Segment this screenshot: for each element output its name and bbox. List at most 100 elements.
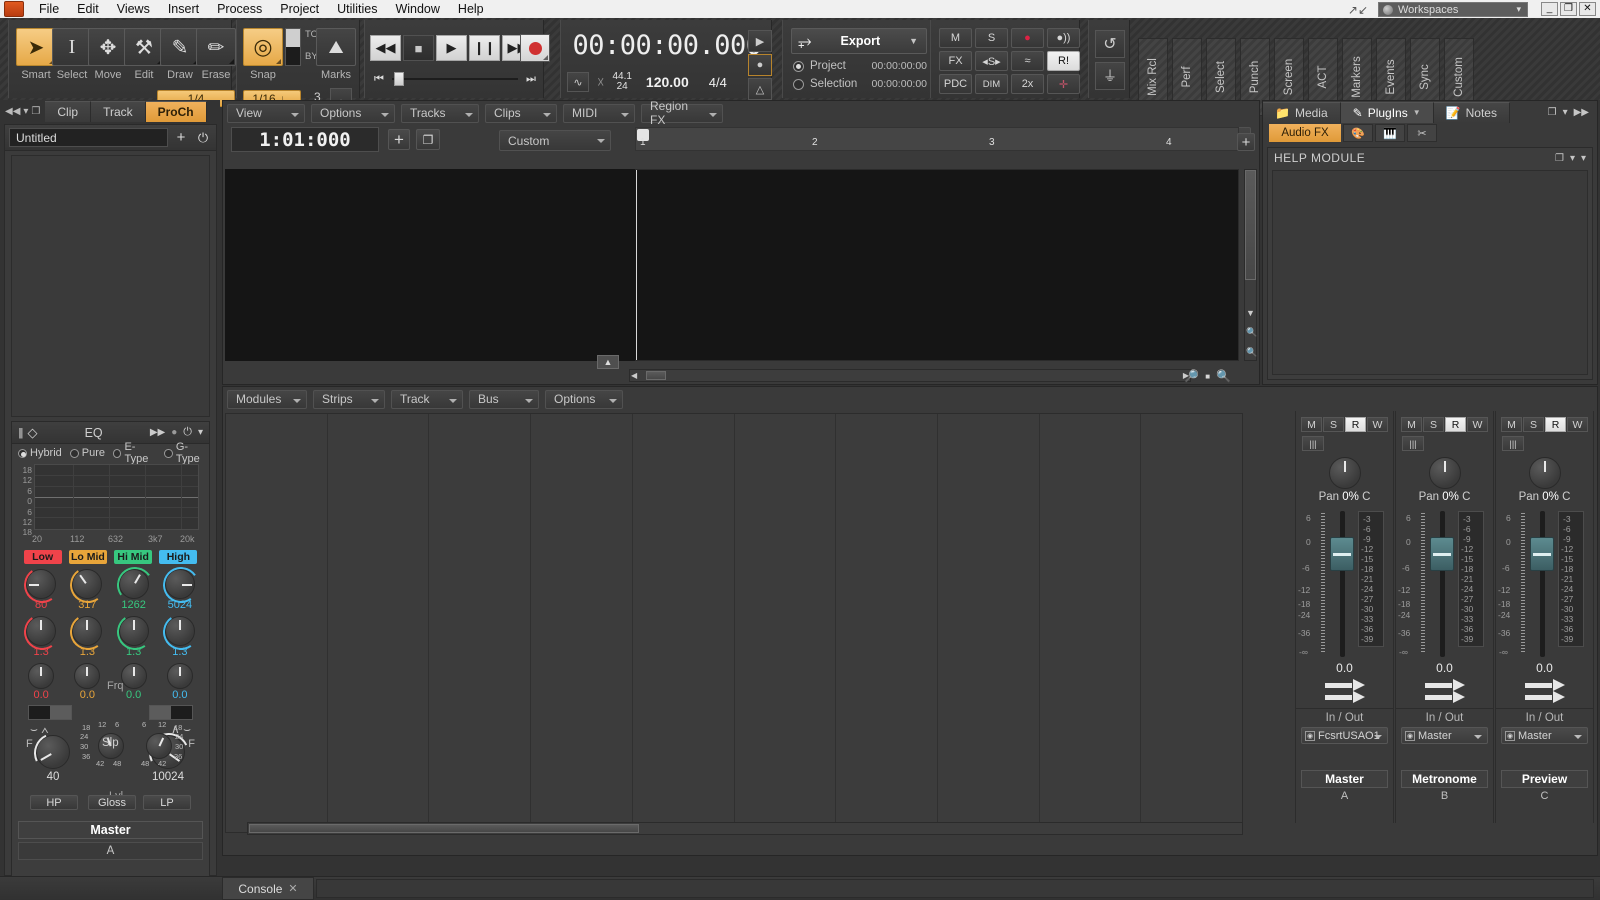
strip-name[interactable]: Master (1301, 770, 1388, 788)
tool-smart[interactable]: ➤ Smart (16, 28, 56, 81)
eq-band-low-label[interactable]: Low (23, 550, 62, 564)
strip-mute-button[interactable]: M (1501, 417, 1522, 432)
lp-button[interactable]: LP (143, 795, 191, 810)
eq-band-himid-label[interactable]: Hi Mid (114, 550, 153, 564)
now-time-field[interactable]: 1:01:000 (231, 127, 379, 152)
strip-output-select[interactable]: ◉ Master (1401, 727, 1488, 744)
eq-type-pure[interactable]: Pure (69, 447, 105, 459)
prev-module-icon[interactable]: ◀◀ (5, 106, 20, 117)
scrub-slider[interactable] (392, 72, 518, 86)
radio-project-icon[interactable] (793, 60, 804, 72)
eq-curve-display[interactable] (34, 464, 199, 530)
strip-read-button[interactable]: R (1445, 417, 1466, 432)
tool-move[interactable]: ✥ Move (88, 28, 128, 81)
mix-btn-automation[interactable]: ≈ (1011, 51, 1044, 71)
tab-track[interactable]: Track (91, 100, 146, 122)
chevron-down-icon[interactable]: ▾ (1570, 153, 1575, 164)
close-icon[interactable]: ✕ (288, 882, 297, 895)
eq-freq-lomid[interactable]: 317 (65, 564, 110, 611)
time-ruler[interactable]: 1 2 3 4 (635, 127, 1239, 151)
strip-gain-value[interactable]: 0.0 (1496, 661, 1593, 675)
subtab-midi-fx-icon[interactable]: ✂ (1407, 124, 1437, 142)
browser-tab-media[interactable]: 📁 Media (1263, 101, 1341, 123)
insert-track-folder-icon[interactable]: ❐ (416, 129, 440, 150)
console-menu-strips[interactable]: Strips (313, 389, 385, 409)
select-tool-icon[interactable]: I (52, 28, 92, 66)
mix-btn-record-arm-all[interactable]: R! (1047, 51, 1080, 71)
knob-high-lvl[interactable] (166, 663, 193, 689)
draw-tool-icon[interactable]: ✎ (160, 28, 200, 66)
eq-q-himid[interactable]: 1.3 (112, 611, 156, 658)
strip-solo-button[interactable]: S (1323, 417, 1344, 432)
empty-strip-slot[interactable] (1040, 414, 1142, 832)
zoom-in-h-icon[interactable]: 🔍 (1216, 369, 1231, 383)
knob-low-freq[interactable] (21, 564, 63, 606)
dock-icon[interactable]: ❐ (1548, 107, 1557, 118)
strip-gain-value[interactable]: 0.0 (1296, 661, 1393, 675)
marks-icon[interactable]: ⛰ (316, 28, 356, 66)
tab-clip[interactable]: Clip (45, 100, 92, 122)
trackview-menu-regionfx[interactable]: Region FX (641, 99, 723, 127)
eq-band-high-label[interactable]: High (159, 550, 198, 564)
empty-strip-slot[interactable] (328, 414, 430, 832)
trackview-vscrollbar[interactable]: ▼ 🔍 🔍 (1244, 169, 1257, 361)
loop-icon[interactable]: ↺ (1095, 30, 1125, 58)
mix-btn-arm[interactable]: ● (1011, 28, 1044, 48)
eq-q-low[interactable]: 1.3 (19, 611, 63, 658)
mix-btn-mute[interactable]: M (939, 28, 972, 48)
pan-knob[interactable] (1528, 457, 1561, 489)
fit-project-icon[interactable]: ⏚ (1095, 62, 1125, 90)
eq-freq-himid[interactable]: 1262 (112, 564, 156, 611)
fader-handle[interactable] (1330, 537, 1354, 571)
menu-item-views[interactable]: Views (108, 1, 159, 17)
zoom-in-v-icon[interactable]: 🔍 (1246, 347, 1257, 358)
help-dock-icon[interactable]: ❐ (1555, 153, 1564, 164)
zoom-out-v-icon[interactable]: 🔍 (1246, 327, 1257, 338)
strip-solo-button[interactable]: S (1423, 417, 1444, 432)
radio-selection-icon[interactable] (793, 78, 804, 90)
strip-mute-button[interactable]: M (1301, 417, 1322, 432)
snap-mode-switch[interactable] (285, 28, 301, 66)
mix-btn-fx[interactable]: FX (939, 51, 972, 71)
strip-meter-toggle-icon[interactable]: ||| (1402, 436, 1424, 451)
menu-item-utilities[interactable]: Utilities (328, 1, 386, 17)
move-tool-icon[interactable]: ✥ (88, 28, 128, 66)
console-menu-modules[interactable]: Modules (227, 389, 307, 409)
mix-btn-input-echo[interactable]: ●)) (1047, 28, 1080, 48)
ruler-add-button[interactable]: + (1237, 133, 1255, 151)
loop-record-icon[interactable]: ● (748, 54, 772, 76)
knob-high-freq[interactable] (160, 564, 202, 606)
eq-bypass-dot-icon[interactable]: ● (171, 427, 177, 438)
empty-strip-slot[interactable] (735, 414, 837, 832)
knob-himid-lvl[interactable] (120, 663, 147, 689)
strip-mute-button[interactable]: M (1401, 417, 1422, 432)
gloss-button[interactable]: Gloss (88, 795, 136, 810)
snap-preset-dropdown[interactable]: Custom (499, 130, 611, 151)
strip-solo-button[interactable]: S (1523, 417, 1544, 432)
strip-write-button[interactable]: W (1567, 417, 1588, 432)
vscroll-thumb[interactable] (1245, 170, 1256, 280)
audio-format[interactable]: 44.1 24 (612, 72, 631, 92)
menu-item-insert[interactable]: Insert (159, 1, 208, 17)
stop-button[interactable]: ■ (403, 35, 434, 61)
chevron-down-icon[interactable]: ▾ (1563, 107, 1568, 118)
eq-collapse-icon[interactable]: ▾ (198, 427, 203, 438)
export-button[interactable]: ⥅ Export ▼ (791, 28, 927, 54)
automation-write-icon[interactable]: ∿ (567, 72, 589, 92)
eq-power-icon[interactable]: ⏻ (183, 426, 192, 439)
metronome-icon[interactable]: △ (748, 78, 772, 100)
minimize-button[interactable]: _ (1541, 2, 1558, 16)
main-timecode[interactable]: 00:00:00.000 (561, 30, 773, 61)
mix-btn-solo[interactable]: S (975, 28, 1008, 48)
pause-button[interactable]: ❙❙ (469, 35, 500, 61)
pan-knob[interactable] (1328, 457, 1361, 489)
console-menu-options[interactable]: Options (545, 389, 623, 409)
fader-handle[interactable] (1430, 537, 1454, 571)
snap-toggle[interactable]: ◎ Snap (243, 28, 283, 81)
tool-draw[interactable]: ✎ Draw (160, 28, 200, 81)
fader-track[interactable] (1440, 511, 1445, 657)
eq-next-icon[interactable]: ▶▶ (150, 427, 165, 438)
eq-lvl-lomid[interactable]: 0.0 (65, 663, 109, 701)
knob-low-lvl[interactable] (28, 663, 55, 689)
drag-handle-icon[interactable]: |||| (18, 427, 24, 439)
